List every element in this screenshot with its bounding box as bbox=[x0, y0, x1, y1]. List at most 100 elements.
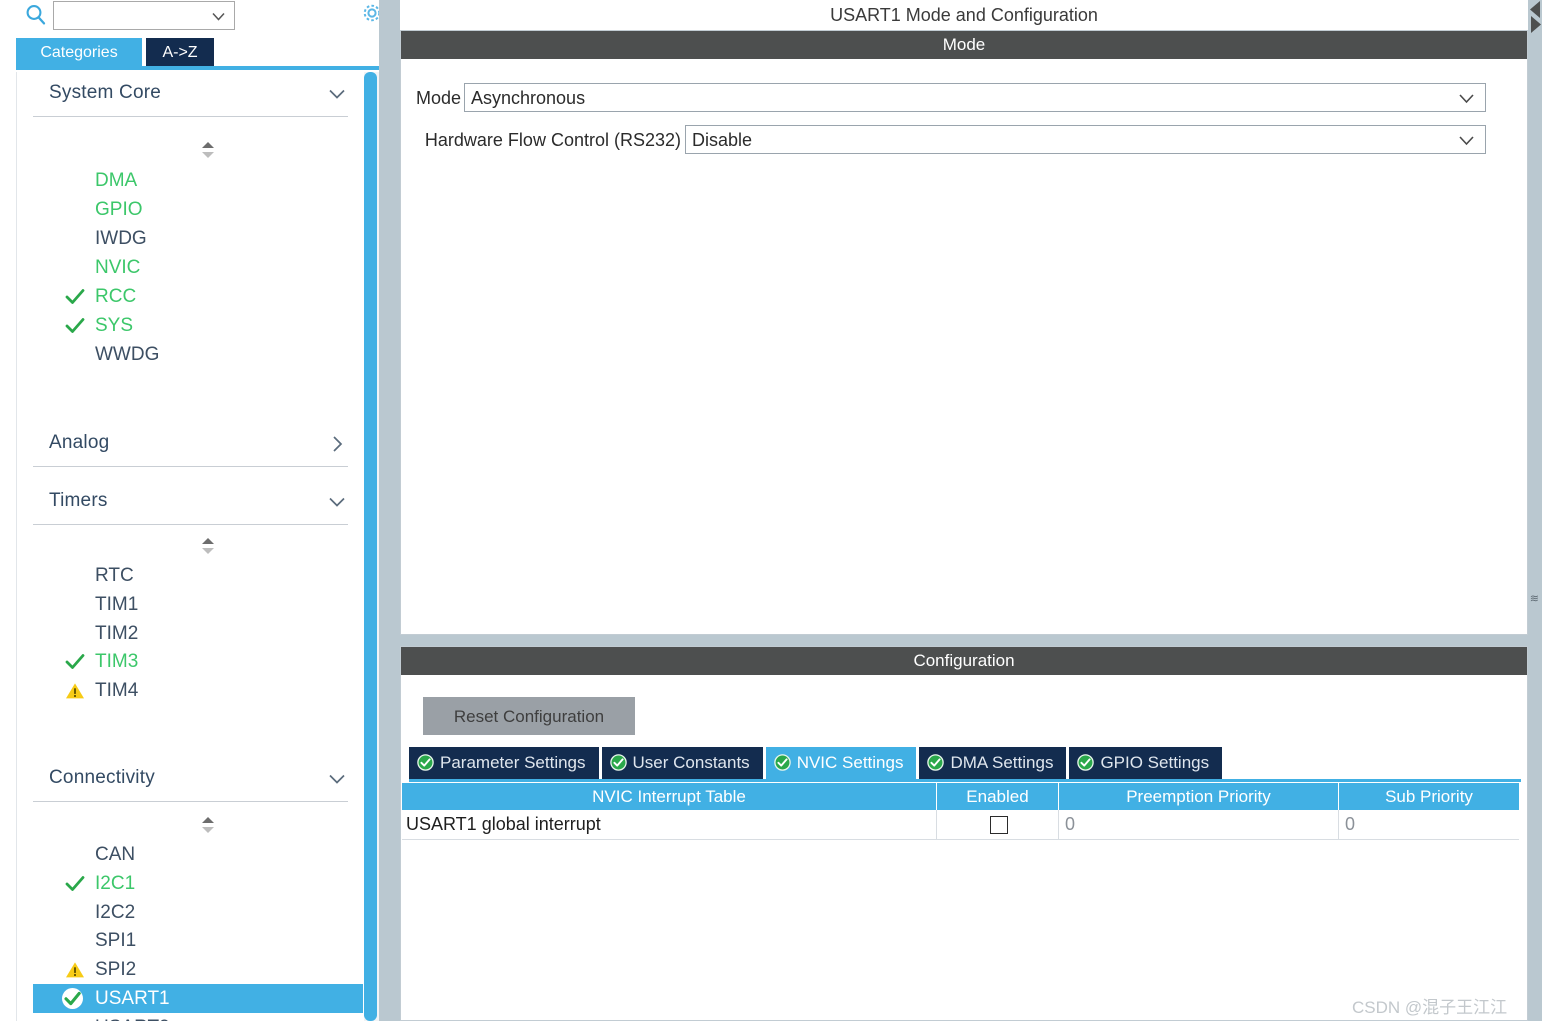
hardware-flow-control-select[interactable]: Disable bbox=[685, 125, 1486, 154]
group-title: Analog bbox=[49, 432, 110, 453]
sidebar-item-i2c2[interactable]: I2C2 bbox=[47, 898, 363, 927]
expand-right-arrow-icon[interactable] bbox=[1528, 14, 1542, 34]
tab-label: NVIC Settings bbox=[796, 753, 904, 772]
field-mode: Mode Asynchronous bbox=[401, 83, 1527, 113]
sidebar-item-rcc[interactable]: RCC bbox=[47, 282, 363, 311]
check-circle-icon bbox=[927, 750, 945, 771]
tab-label: GPIO Settings bbox=[1100, 753, 1210, 772]
sidebar-item-nvic[interactable]: NVIC bbox=[47, 253, 363, 282]
sidebar-item-wwdg[interactable]: WWDG bbox=[47, 340, 363, 369]
chevron-down-icon[interactable] bbox=[328, 770, 346, 788]
sidebar-item-usart2[interactable]: USART2 bbox=[47, 1013, 363, 1021]
sidebar-item-rtc[interactable]: RTC bbox=[47, 561, 363, 590]
sidebar-item-dma[interactable]: DMA bbox=[47, 166, 363, 195]
sidebar-item-i2c1[interactable]: I2C1 bbox=[47, 869, 363, 898]
sidebar-scrollbar-thumb[interactable] bbox=[364, 72, 377, 1021]
mode-select-value: Asynchronous bbox=[471, 88, 586, 108]
tab-categories[interactable]: Categories bbox=[16, 38, 142, 68]
group-spinner-icon[interactable] bbox=[199, 140, 217, 160]
sidebar-scroll-area: System Core DMA GPIO IWDG NVIC RCC SYS W… bbox=[16, 72, 363, 1021]
group-header-timers[interactable]: Timers bbox=[33, 480, 348, 525]
sidebar-item-usart1[interactable]: USART1 bbox=[33, 984, 363, 1013]
sidebar-item-iwdg[interactable]: IWDG bbox=[47, 224, 363, 253]
group-spinner-icon[interactable] bbox=[199, 815, 217, 835]
sidebar-tabs-underline bbox=[16, 66, 379, 70]
peripheral-label: WWDG bbox=[95, 344, 160, 365]
group-timers: Timers bbox=[17, 480, 363, 525]
tab-user-constants[interactable]: User Constants bbox=[601, 747, 763, 779]
search-icon[interactable] bbox=[24, 3, 48, 27]
check-circle-icon bbox=[773, 750, 791, 771]
peripheral-label: TIM4 bbox=[95, 680, 139, 701]
check-icon bbox=[65, 287, 85, 307]
peripheral-label: I2C1 bbox=[95, 873, 136, 894]
sidebar-item-tim2[interactable]: TIM2 bbox=[47, 619, 363, 648]
sidebar-item-tim1[interactable]: TIM1 bbox=[47, 590, 363, 619]
reset-configuration-button[interactable]: Reset Configuration bbox=[423, 697, 635, 735]
peripheral-label: IWDG bbox=[95, 228, 147, 249]
hardware-flow-control-value: Disable bbox=[692, 130, 753, 150]
field-label-hardware-flow-control: Hardware Flow Control (RS232) bbox=[424, 130, 681, 150]
main-panel: USART1 Mode and Configuration Mode Mode … bbox=[379, 0, 1542, 1021]
peripheral-label: RTC bbox=[95, 565, 134, 586]
tab-nvic-settings[interactable]: NVIC Settings bbox=[765, 747, 917, 779]
sidebar-item-sys[interactable]: SYS bbox=[47, 311, 363, 340]
chevron-right-icon[interactable] bbox=[328, 435, 346, 453]
chevron-down-icon bbox=[1458, 133, 1475, 148]
table-header-row: NVIC Interrupt Table Enabled Preemption … bbox=[402, 783, 1519, 810]
cell-preemption-priority[interactable]: 0 bbox=[1059, 810, 1339, 839]
tab-label: DMA Settings bbox=[950, 753, 1054, 772]
chevron-down-icon bbox=[1458, 91, 1475, 106]
panel-edge-strip: ≋ bbox=[1528, 0, 1542, 1021]
check-icon bbox=[65, 316, 85, 336]
mode-panel: Mode Mode Asynchronous Hardware Flow Con… bbox=[400, 30, 1528, 635]
tab-label: User Constants bbox=[632, 753, 750, 772]
sidebar-item-spi1[interactable]: SPI1 bbox=[47, 926, 363, 955]
column-header-preemption-priority[interactable]: Preemption Priority bbox=[1059, 783, 1339, 810]
mode-select[interactable]: Asynchronous bbox=[464, 83, 1486, 112]
peripheral-label: SPI2 bbox=[95, 959, 137, 980]
peripheral-label: GPIO bbox=[95, 199, 143, 220]
search-input[interactable] bbox=[58, 5, 212, 28]
group-spinner-icon[interactable] bbox=[199, 536, 217, 556]
table-row[interactable]: USART1 global interrupt 0 0 bbox=[402, 810, 1519, 840]
search-combobox[interactable] bbox=[53, 1, 235, 30]
sidebar-item-spi2[interactable]: SPI2 bbox=[47, 955, 363, 984]
peripheral-sidebar: Categories A->Z System Core DMA GPIO IWD… bbox=[0, 0, 379, 1021]
cell-enabled[interactable] bbox=[937, 810, 1059, 839]
tab-gpio-settings[interactable]: GPIO Settings bbox=[1069, 747, 1223, 779]
tab-parameter-settings[interactable]: Parameter Settings bbox=[409, 747, 599, 779]
group-analog: Analog bbox=[17, 422, 363, 467]
sidebar-item-tim4[interactable]: TIM4 bbox=[47, 676, 363, 705]
check-icon bbox=[65, 652, 85, 672]
cell-sub-priority[interactable]: 0 bbox=[1339, 810, 1519, 839]
check-circle-icon bbox=[61, 987, 84, 1010]
enabled-checkbox[interactable] bbox=[990, 816, 1008, 834]
group-header-analog[interactable]: Analog bbox=[33, 422, 348, 467]
sidebar-item-tim3[interactable]: TIM3 bbox=[47, 647, 363, 676]
group-header-system-core[interactable]: System Core bbox=[33, 72, 348, 117]
chevron-down-icon[interactable] bbox=[328, 85, 346, 103]
tab-a-to-z[interactable]: A->Z bbox=[146, 38, 214, 68]
gear-icon[interactable] bbox=[359, 0, 379, 26]
search-row bbox=[0, 0, 379, 36]
group-system-core: System Core bbox=[17, 72, 363, 117]
watermark: CSDN @混子王江江 bbox=[1352, 998, 1508, 1017]
page-title: USART1 Mode and Configuration bbox=[400, 0, 1528, 30]
column-header-sub-priority[interactable]: Sub Priority bbox=[1339, 783, 1519, 810]
peripheral-label: NVIC bbox=[95, 257, 141, 278]
sidebar-item-gpio[interactable]: GPIO bbox=[47, 195, 363, 224]
column-header-nvic-interrupt-table[interactable]: NVIC Interrupt Table bbox=[402, 783, 937, 810]
chevron-down-icon[interactable] bbox=[328, 493, 346, 511]
column-header-enabled[interactable]: Enabled bbox=[937, 783, 1059, 810]
check-circle-icon bbox=[417, 750, 434, 771]
peripheral-label: USART2 bbox=[95, 1013, 170, 1021]
tab-dma-settings[interactable]: DMA Settings bbox=[919, 747, 1067, 779]
group-title: System Core bbox=[49, 82, 162, 103]
cell-interrupt-name: USART1 global interrupt bbox=[402, 810, 937, 839]
sidebar-scrollbar[interactable] bbox=[364, 72, 379, 1021]
peripheral-label: DMA bbox=[95, 170, 138, 191]
group-header-connectivity[interactable]: Connectivity bbox=[33, 757, 348, 802]
sidebar-item-can[interactable]: CAN bbox=[47, 840, 363, 869]
group-title: Connectivity bbox=[49, 767, 155, 788]
